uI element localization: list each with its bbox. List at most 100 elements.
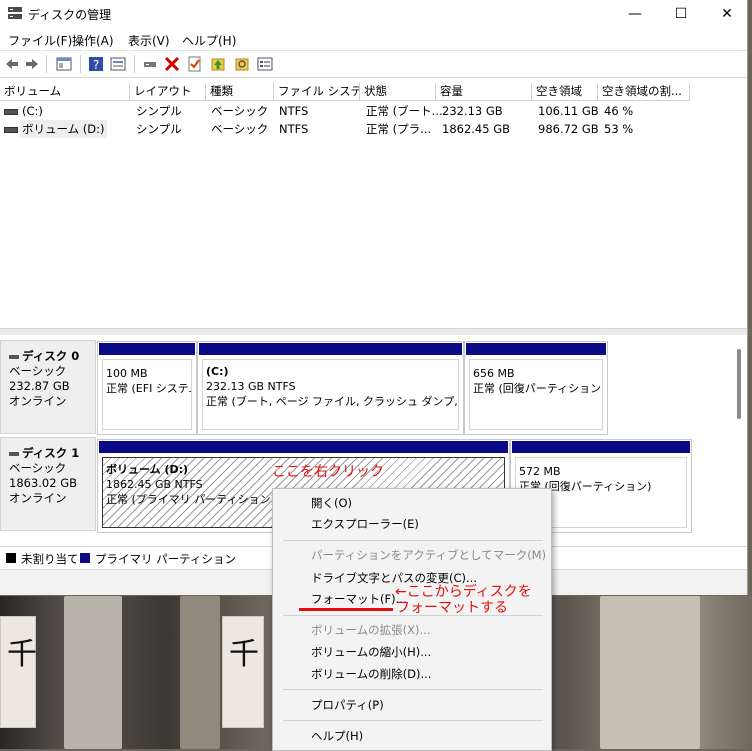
column-header-capacity[interactable]: 容量 [436,83,532,100]
legend-swatch-primary [80,553,90,563]
title-bar: ディスクの管理 — ☐ ✕ [0,0,747,28]
drive-icon [4,109,18,115]
minimize-button[interactable]: — [612,0,658,28]
maximize-button[interactable]: ☐ [658,0,704,28]
window-title: ディスクの管理 [28,8,112,22]
volume-filesystem: NTFS [279,104,309,118]
vertical-scrollbar[interactable] [737,349,741,419]
volume-layout: シンプル [136,104,182,118]
volume-free-space: 986.72 GB [538,122,599,136]
help-icon[interactable]: ? [88,56,104,72]
disk-0-label[interactable]: ディスク 0 ベーシック 232.87 GB オンライン [0,340,96,434]
volume-percent-free: 53 % [604,122,634,136]
partition-bar [199,343,462,355]
check-icon[interactable] [187,56,203,72]
column-header-percent-free[interactable]: 空き領域の割... [598,83,690,100]
volume-row[interactable]: ボリューム (D:) シンプル ベーシック NTFS 正常 (プラ... 186… [0,120,690,138]
menu-item-shrink-volume[interactable]: ボリュームの縮小(H)... [311,642,431,662]
up-icon[interactable] [210,56,226,72]
menu-item-open[interactable]: 開く(O) [311,493,352,513]
menu-separator [283,540,543,541]
toolbar-separator [80,55,81,73]
column-header-layout[interactable]: レイアウト [130,83,206,100]
volume-capacity: 232.13 GB [442,104,503,118]
volume-status: 正常 (ブート... [366,104,443,118]
partition-size: 572 MB [519,465,561,478]
partition-size: 656 MB [473,367,515,380]
menu-item-mark-active: パーティションをアクティブとしてマーク(M) [311,548,547,562]
delete-icon[interactable] [164,56,180,72]
partition-size: 232.13 GB NTFS [206,380,296,393]
menu-item-explorer[interactable]: エクスプローラー(E) [311,514,419,534]
volume-list: ボリューム レイアウト 種類 ファイル システム 状態 容量 空き領域 空き領域… [0,83,747,328]
menu-item-help[interactable]: ヘルプ(H) [311,726,363,746]
menu-help[interactable]: ヘルプ(H) [182,32,236,49]
menu-action[interactable]: 操作(A) [72,32,114,49]
menu-separator [283,689,543,690]
disk-management-app-icon [8,7,22,19]
disk-icon [9,451,19,456]
view-icon[interactable] [110,56,126,72]
disk-size: 1863.02 GB [9,476,78,490]
menu-separator [283,720,543,721]
partition-c[interactable]: (C:) 232.13 GB NTFS 正常 (ブート, ページ ファイル, ク… [197,341,464,435]
toolbar: ? [0,51,747,78]
volume-percent-free: 46 % [604,104,634,118]
column-header-status[interactable]: 状態 [360,83,436,100]
column-header-volume[interactable]: ボリューム [0,83,130,100]
partition-recovery-0[interactable]: 656 MB 正常 (回復パーティション) [464,341,608,435]
search-icon[interactable] [234,56,250,72]
list-icon[interactable] [257,56,273,72]
partition-status: 正常 (EFI システム [106,382,192,395]
volume-name: ボリューム (D:) [20,120,107,138]
menu-file[interactable]: ファイル(F) [8,32,72,49]
partition-efi[interactable]: 100 MB 正常 (EFI システム [97,341,197,435]
volume-row[interactable]: (C:) シンプル ベーシック NTFS 正常 (ブート... 232.13 G… [0,102,690,120]
partition-size: 100 MB [106,367,148,380]
partition-title: (C:) [206,365,229,378]
partition-status: 正常 (ブート, ページ ファイル, クラッシュ ダンプ, ベーシック [206,395,458,408]
legend-swatch-unallocated [6,553,16,563]
menu-bar: ファイル(F) 操作(A) 表示(V) ヘルプ(H) [0,28,747,51]
partition-bar [99,343,195,355]
volume-status: 正常 (プラ... [366,122,432,136]
menu-item-format[interactable]: フォーマット(F)... [311,589,407,609]
partition-status: 正常 (回復パーティション) [473,382,603,395]
drive-icon [4,127,18,133]
pane-splitter[interactable] [0,328,747,335]
toolbar-separator [134,55,135,73]
volume-list-header: ボリューム レイアウト 種類 ファイル システム 状態 容量 空き領域 空き領域… [0,83,690,101]
column-header-filesystem[interactable]: ファイル システム [274,83,360,100]
format-underline [299,608,393,611]
disk-1-label[interactable]: ディスク 1 ベーシック 1863.02 GB オンライン [0,437,96,531]
disk-name: ディスク 1 [22,446,80,460]
toolbar-separator [46,55,47,73]
disk-state: オンライン [9,394,67,408]
legend-label-primary: プライマリ パーティション [95,552,236,566]
legend-label-unallocated: 未割り当て [21,552,79,566]
disk-kind: ベーシック [9,364,67,378]
menu-item-extend-volume: ボリュームの拡張(X)... [311,623,431,637]
context-menu: 開く(O) エクスプローラー(E) パーティションをアクティブとしてマーク(M)… [272,488,552,751]
menu-item-delete-volume[interactable]: ボリュームの削除(D)... [311,664,431,684]
volume-type: ベーシック [211,104,269,118]
close-button[interactable]: ✕ [704,0,750,28]
volume-filesystem: NTFS [279,122,309,136]
forward-icon[interactable] [24,56,40,72]
menu-item-properties[interactable]: プロパティ(P) [311,695,384,715]
disk-state: オンライン [9,491,67,505]
connect-icon[interactable] [142,56,158,72]
disk-icon [9,354,19,359]
volume-layout: シンプル [136,122,182,136]
properties-pane-icon[interactable] [56,56,72,72]
partition-bar [466,343,606,355]
column-header-free-space[interactable]: 空き領域 [532,83,598,100]
right-click-annotation: ここを右クリック [272,464,384,480]
volume-name: (C:) [22,104,43,118]
column-header-type[interactable]: 種類 [206,83,274,100]
menu-view[interactable]: 表示(V) [128,32,170,49]
disk-kind: ベーシック [9,461,67,475]
volume-capacity: 1862.45 GB [442,122,511,136]
volume-type: ベーシック [211,122,269,136]
back-icon[interactable] [4,56,20,72]
